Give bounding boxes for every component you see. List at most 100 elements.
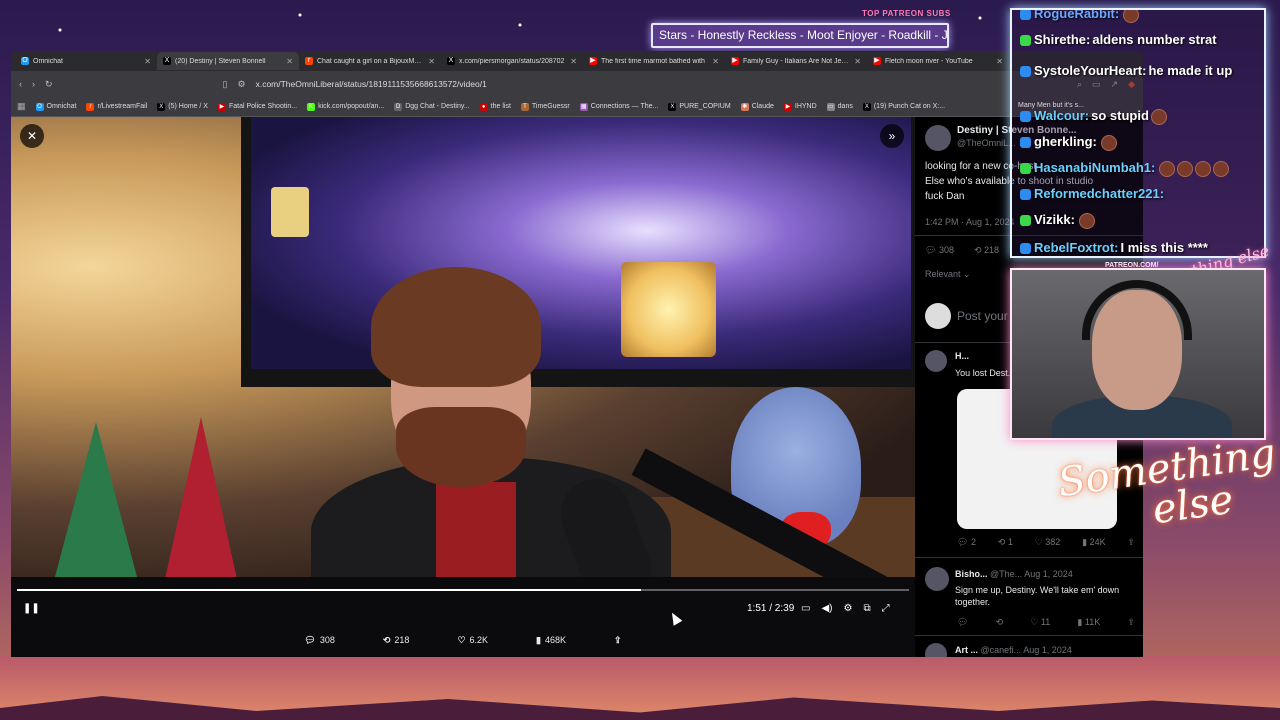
chat-username: RogueRabbit: [1034,8,1120,21]
repost-button[interactable]: ⟲ 218 [383,635,410,646]
tweet-repost-button[interactable]: ⟲ 218 [974,245,999,256]
bookmark-item[interactable]: D Dgg Chat - Destiny... [394,102,470,111]
bookmark-favicon-icon: ● [479,102,488,111]
tab-close-icon[interactable]: ✕ [144,57,151,66]
bookmark-item[interactable]: ▶ Fatal Police Shootin... [217,102,297,111]
close-icon[interactable]: ✕ [20,124,44,148]
bookmark-item[interactable]: T TimeGuessr [520,102,570,111]
forward-icon[interactable]: › [32,79,35,89]
tab-close-icon[interactable]: ✕ [570,57,577,66]
bookmark-label: PURE_COPIUM [679,103,731,110]
reply-stats: 💬︎ ⟲ ♡ 11 ▮ 11K ⇪ [957,617,1135,628]
reply-share-icon[interactable]: ⇪ [1127,617,1135,628]
bookmark-item[interactable]: r r/LivestreamFail [86,102,147,111]
bookmark-item[interactable]: ● the list [479,102,511,111]
reload-icon[interactable]: ↻ [45,79,53,90]
person-hair [371,267,541,387]
chat-badge-icon [1020,66,1031,78]
bookmark-label: Claude [751,103,774,110]
reply-share-icon[interactable]: ⇪ [1127,537,1135,548]
reply-like-count[interactable]: ♡ 382 [1035,537,1061,548]
tweet-repost-count: 218 [984,245,1000,255]
bookmark-item[interactable]: ▭ dans [826,102,853,111]
chat-username: Walcour: [1034,108,1090,123]
video-time: 1:51 / 2:39 [747,602,795,614]
browser-tab[interactable]: ▶ The first time marmot bathed with ✕ [583,52,725,70]
tab-favicon-icon: X [163,57,171,65]
lamp [271,187,309,237]
browser-tab[interactable]: X (20) Destiny | Steven Bonnell ✕ [157,52,299,70]
reply-stats: 💬︎ 2 ⟲ 1 ♡ 382 ▮ 24K ⇪ [957,537,1135,548]
video-player[interactable]: ✕ » ❚❚ 1:51 / 2:39 ▭ ◀) ⚙ ⧉ ⤢ 💬︎ 308 ⟲ 218… [11,117,915,657]
reply-handle[interactable]: @The... [990,569,1022,579]
fullscreen-icon[interactable]: ⤢ [882,603,890,614]
reply-repost-count[interactable]: ⟲ 1 [998,537,1013,548]
back-icon[interactable]: ‹ [19,79,22,89]
browser-tab[interactable]: r Chat caught a girl on a BijouxMedu ✕ [299,52,441,70]
person [311,267,671,577]
bookmark-favicon-icon: X [668,102,677,111]
settings-icon[interactable]: ⚙ [843,603,852,614]
chat-message: Walcour: so stupid [1020,108,1167,125]
tab-close-icon[interactable]: ✕ [286,57,293,66]
reply-date: Aug 1, 2024 [1024,569,1073,579]
like-button[interactable]: ♡ 6.2K [457,635,488,646]
bookmark-item[interactable]: ▦ Connections — The... [579,102,658,111]
browser-tab[interactable]: Xx.com/piersmorgan/status/208702 ✕ [441,52,583,70]
browser-tab[interactable]: O Omnichat ✕ [15,52,157,70]
reply-view-count[interactable]: ▮ 11K [1077,617,1100,628]
reply-avatar[interactable] [925,567,949,591]
views-button[interactable]: ▮ 468K [536,635,566,646]
bookmark-item[interactable]: ▶ IHYND [783,102,817,111]
patreon-subs-ticker: Stars - Honestly Reckless - Moot Enjoyer… [651,23,949,48]
reply-handle[interactable]: @canefi... [981,645,1022,655]
pause-icon[interactable]: ❚❚ [23,603,40,614]
chat-message: RogueRabbit: [1020,8,1140,23]
reply-like-count[interactable]: ♡ 11 [1030,617,1050,628]
reply-avatar[interactable] [925,643,947,657]
bookmark-icon[interactable]: ▯ [223,79,228,90]
reply-repost-icon[interactable]: ⟲ [996,617,1004,628]
bookmark-label: (5) Home / X [168,103,208,110]
reply-button[interactable]: 💬︎ 308 [304,635,334,646]
emote-icon [1150,108,1167,125]
tweet-reply-button[interactable]: 💬︎ 308 [925,245,954,256]
bookmark-item[interactable]: ✱ Claude [740,102,774,111]
share-button[interactable]: ⇪ [614,635,622,646]
avatar[interactable] [925,125,951,151]
reply-reply-icon[interactable]: 💬︎ [957,617,968,628]
volume-icon[interactable]: ◀) [821,603,832,614]
reply-icon: 💬︎ [304,634,316,645]
chat-badge-icon [1020,137,1031,149]
bookmark-item[interactable]: X (5) Home / X [157,102,208,111]
browser-tab[interactable]: ▶ Fletch moon river - YouTube ✕ [867,52,1009,70]
bookmark-item[interactable]: Kkick.com/popout/an... [307,102,384,111]
video-controls: ❚❚ 1:51 / 2:39 ▭ ◀) ⚙ ⧉ ⤢ [11,597,915,619]
tab-favicon-icon: ▶ [589,57,597,65]
chat-message: Reformedchatter221: [1020,186,1166,201]
reply-reply-count[interactable]: 💬︎ 2 [957,537,976,548]
pip-icon[interactable]: ⧉ [863,603,870,614]
reply-avatar[interactable] [925,350,947,372]
tab-close-icon[interactable]: ✕ [428,57,435,66]
tab-close-icon[interactable]: ✕ [996,57,1003,66]
bookmark-item[interactable]: O Omnichat [35,102,76,111]
chat-text: so stupid [1091,108,1149,123]
apps-icon[interactable]: ▦ [17,101,26,112]
site-info-icon[interactable]: ⚙ [238,79,246,90]
chat-username: Shirethe: [1034,32,1091,47]
reply-author[interactable]: Bisho... [955,569,988,579]
tab-close-icon[interactable]: ✕ [854,57,861,66]
video-progress-bar[interactable] [17,589,909,591]
bookmark-item[interactable]: X (19) Punch Cat on X:... [862,102,945,111]
chat-text: I miss this **** [1120,240,1208,255]
chat-badge-icon [1020,163,1031,175]
reply-author[interactable]: Art ... [955,645,978,655]
url-field[interactable]: x.com/TheOmniLiberal/status/181911153566… [256,79,1067,89]
tab-close-icon[interactable]: ✕ [712,57,719,66]
chat-message: SystoleYourHeart: he made it up [1020,60,1260,82]
bookmark-item[interactable]: X PURE_COPIUM [668,102,731,111]
captions-icon[interactable]: ▭ [801,603,810,614]
expand-sidebar-icon[interactable]: » [880,124,904,148]
browser-tab[interactable]: ▶ Family Guy - Italians Are Not Jews - ✕ [725,52,867,70]
